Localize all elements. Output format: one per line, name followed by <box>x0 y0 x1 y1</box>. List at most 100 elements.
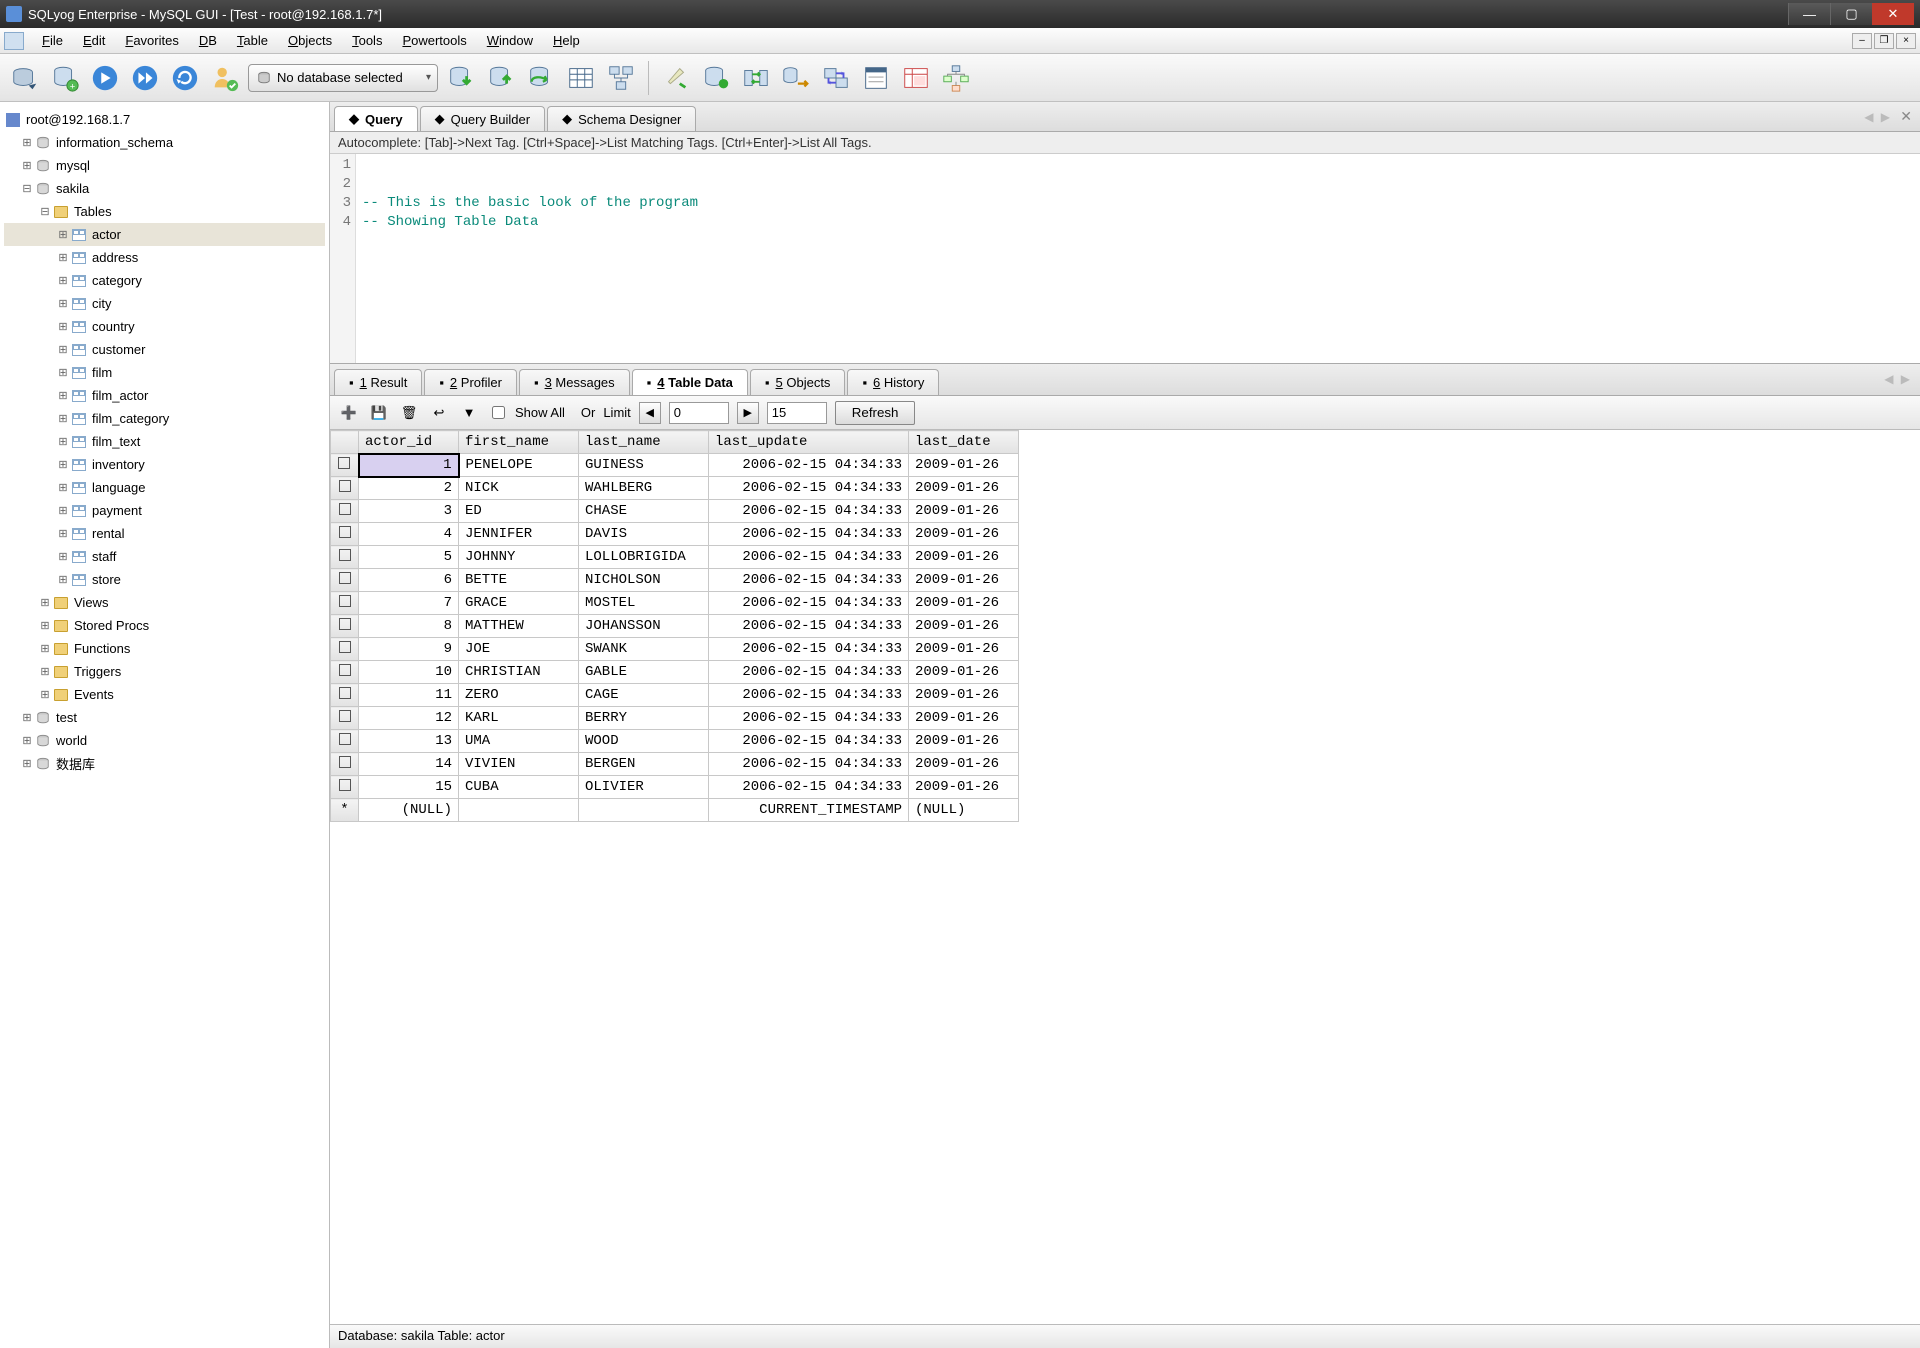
cell-first_name[interactable]: KARL <box>459 707 579 730</box>
tree-table-actor[interactable]: ⊞actor <box>4 223 325 246</box>
refresh-button[interactable]: Refresh <box>835 401 916 425</box>
menu-tools[interactable]: Tools <box>342 30 392 51</box>
tab-query-builder[interactable]: ◆Query Builder <box>420 106 545 131</box>
filter-icon[interactable]: ▼ <box>458 402 480 424</box>
sync-icon[interactable] <box>524 61 558 95</box>
cell-actor_id[interactable]: 13 <box>359 730 459 753</box>
expander-icon[interactable]: ⊞ <box>56 435 70 448</box>
editor-content[interactable]: -- This is the basic look of the program… <box>356 154 704 363</box>
cell-last_date[interactable]: 2009-01-26 <box>909 661 1019 684</box>
tree-db-information_schema[interactable]: ⊞information_schema <box>4 131 325 154</box>
row-selector[interactable] <box>331 569 359 592</box>
cell-last_update[interactable]: 2006-02-15 04:34:33 <box>709 546 909 569</box>
cell-last_name[interactable]: CHASE <box>579 500 709 523</box>
cell-actor_id[interactable]: (NULL) <box>359 799 459 822</box>
cell-first_name[interactable]: MATTHEW <box>459 615 579 638</box>
cell-last_date[interactable]: 2009-01-26 <box>909 500 1019 523</box>
new-query-icon[interactable]: + <box>48 61 82 95</box>
cell-last_date[interactable]: 2009-01-26 <box>909 730 1019 753</box>
tree-table-store[interactable]: ⊞store <box>4 568 325 591</box>
object-browser-tree[interactable]: root@192.168.1.7 ⊞information_schema⊞mys… <box>0 102 330 1348</box>
cell-last_name[interactable]: WAHLBERG <box>579 477 709 500</box>
menu-table[interactable]: Table <box>227 30 278 51</box>
cell-last_name[interactable]: DAVIS <box>579 523 709 546</box>
cell-last_update[interactable]: 2006-02-15 04:34:33 <box>709 500 909 523</box>
tree-table-category[interactable]: ⊞category <box>4 269 325 292</box>
cell-last_date[interactable]: 2009-01-26 <box>909 615 1019 638</box>
tree-db-test[interactable]: ⊞test <box>4 706 325 729</box>
close-button[interactable]: ✕ <box>1872 3 1914 25</box>
menu-help[interactable]: Help <box>543 30 590 51</box>
save-icon[interactable]: 💾 <box>368 402 390 424</box>
cell-last_update[interactable]: 2006-02-15 04:34:33 <box>709 730 909 753</box>
result-tab-profiler[interactable]: ▪2 Profiler <box>424 369 517 395</box>
cell-first_name[interactable]: JOE <box>459 638 579 661</box>
cell-last_update[interactable]: 2006-02-15 04:34:33 <box>709 638 909 661</box>
cell-last_name[interactable]: BERRY <box>579 707 709 730</box>
menu-edit[interactable]: Edit <box>73 30 115 51</box>
tab-schema-designer[interactable]: ◆Schema Designer <box>547 106 696 131</box>
cell-last_update[interactable]: 2006-02-15 04:34:33 <box>709 753 909 776</box>
user-manager-icon[interactable] <box>208 61 242 95</box>
cell-last_date[interactable]: 2009-01-26 <box>909 753 1019 776</box>
tree-table-film_text[interactable]: ⊞film_text <box>4 430 325 453</box>
cell-last_name[interactable]: JOHANSSON <box>579 615 709 638</box>
cell-last_name[interactable]: CAGE <box>579 684 709 707</box>
menu-objects[interactable]: Objects <box>278 30 342 51</box>
row-selector[interactable] <box>331 661 359 684</box>
expander-icon[interactable]: ⊞ <box>56 251 70 264</box>
tree-root[interactable]: root@192.168.1.7 <box>4 108 325 131</box>
row-selector[interactable] <box>331 454 359 477</box>
expander-icon[interactable]: ⊞ <box>56 366 70 379</box>
data-sync-icon[interactable] <box>819 61 853 95</box>
form-icon[interactable] <box>859 61 893 95</box>
refresh-icon[interactable] <box>168 61 202 95</box>
cell-first_name[interactable]: CHRISTIAN <box>459 661 579 684</box>
menu-powertools[interactable]: Powertools <box>392 30 476 51</box>
expander-icon[interactable]: ⊞ <box>38 596 52 609</box>
execute-query-icon[interactable] <box>88 61 122 95</box>
tab-nav-arrows[interactable]: ◀ ▶ <box>1864 110 1892 124</box>
column-header-last_date[interactable]: last_date <box>909 431 1019 454</box>
table-row[interactable]: 3EDCHASE2006-02-15 04:34:332009-01-26 <box>331 500 1019 523</box>
cell-actor_id[interactable]: 15 <box>359 776 459 799</box>
cell-last_update[interactable]: 2006-02-15 04:34:33 <box>709 477 909 500</box>
tree-table-film_category[interactable]: ⊞film_category <box>4 407 325 430</box>
cell-actor_id[interactable]: 8 <box>359 615 459 638</box>
expander-icon[interactable]: ⊞ <box>56 228 70 241</box>
minimize-button[interactable]: — <box>1788 3 1830 25</box>
menu-db[interactable]: DB <box>189 30 227 51</box>
cell-last_name[interactable]: BERGEN <box>579 753 709 776</box>
row-selector[interactable] <box>331 523 359 546</box>
table-row[interactable]: 14VIVIENBERGEN2006-02-15 04:34:332009-01… <box>331 753 1019 776</box>
cell-last_date[interactable]: 2009-01-26 <box>909 592 1019 615</box>
cell-last_update[interactable]: 2006-02-15 04:34:33 <box>709 684 909 707</box>
column-header-actor_id[interactable]: actor_id <box>359 431 459 454</box>
cell-first_name[interactable]: ZERO <box>459 684 579 707</box>
tab-query[interactable]: ◆Query <box>334 106 418 131</box>
cell-first_name[interactable]: BETTE <box>459 569 579 592</box>
cell-last_name[interactable]: NICHOLSON <box>579 569 709 592</box>
tree-table-customer[interactable]: ⊞customer <box>4 338 325 361</box>
tree-table-address[interactable]: ⊞address <box>4 246 325 269</box>
table-icon[interactable] <box>564 61 598 95</box>
cell-last_date[interactable]: 2009-01-26 <box>909 523 1019 546</box>
sql-editor[interactable]: 1234 -- This is the basic look of the pr… <box>330 154 1920 364</box>
export-icon[interactable] <box>484 61 518 95</box>
result-tab-objects[interactable]: ▪5 Objects <box>750 369 846 395</box>
cell-last_date[interactable]: 2009-01-26 <box>909 546 1019 569</box>
mdi-minimize-button[interactable]: – <box>1852 33 1872 49</box>
cell-actor_id[interactable]: 5 <box>359 546 459 569</box>
row-selector[interactable] <box>331 500 359 523</box>
table-row[interactable]: 1PENELOPEGUINESS2006-02-15 04:34:332009-… <box>331 454 1019 477</box>
result-tab-messages[interactable]: ▪3 Messages <box>519 369 630 395</box>
tree-db-数据库[interactable]: ⊞数据库 <box>4 752 325 775</box>
expander-icon[interactable]: ⊞ <box>20 159 34 172</box>
cell-last_name[interactable]: GUINESS <box>579 454 709 477</box>
cell-first_name[interactable]: CUBA <box>459 776 579 799</box>
cell-last_date[interactable]: 2009-01-26 <box>909 684 1019 707</box>
next-page-button[interactable]: ▶ <box>737 402 759 424</box>
cell-actor_id[interactable]: 4 <box>359 523 459 546</box>
tree-table-film[interactable]: ⊞film <box>4 361 325 384</box>
schema-tree-icon[interactable] <box>939 61 973 95</box>
